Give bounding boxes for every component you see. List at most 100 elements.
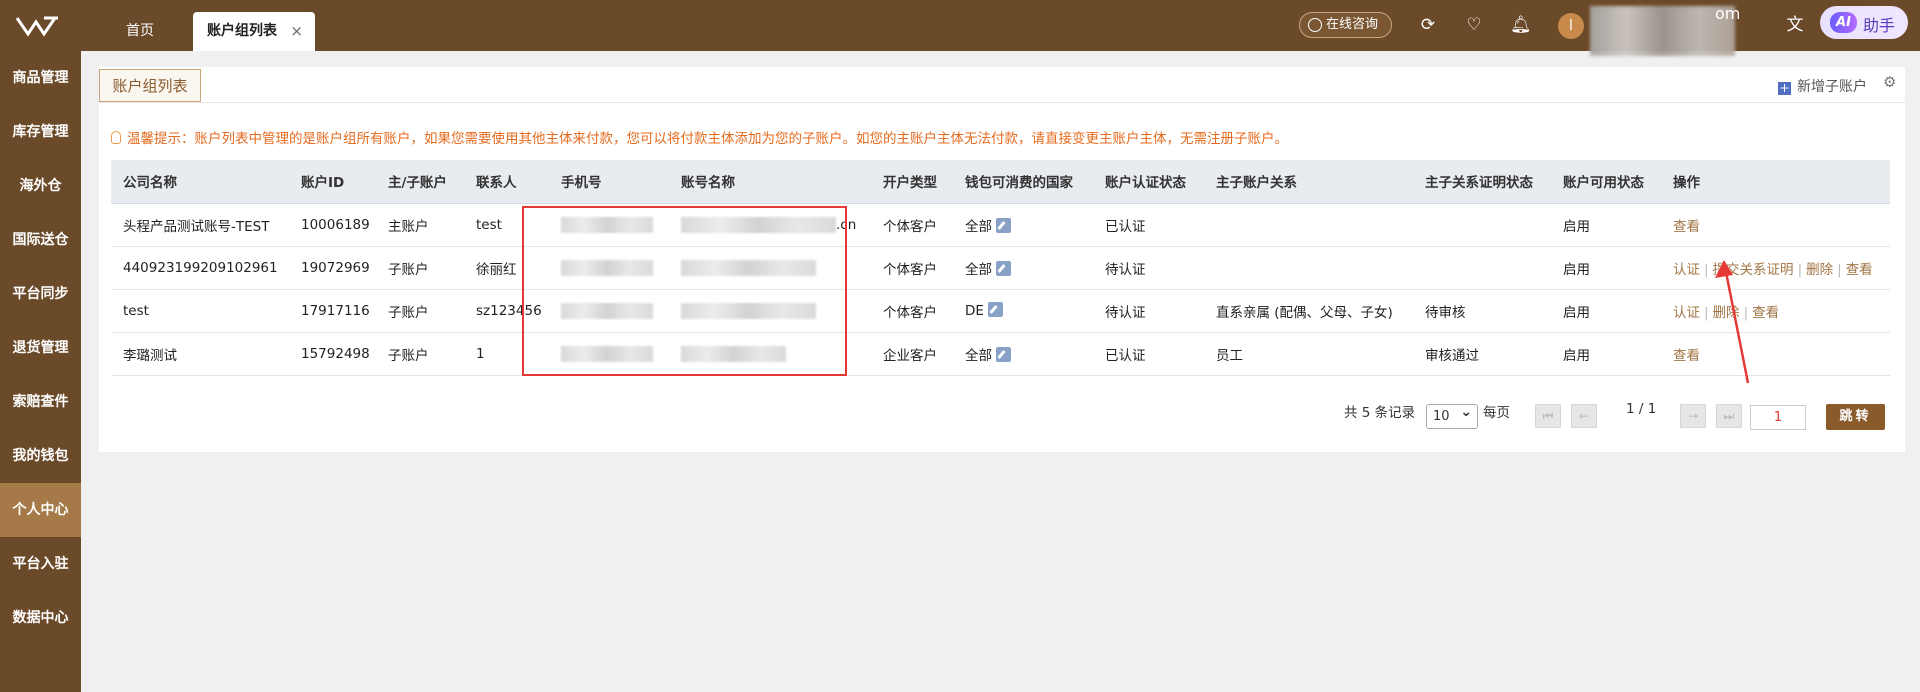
- lightbulb-icon: [111, 131, 121, 144]
- cell-actions: 认证 | 删除 | 查看: [1661, 289, 1890, 333]
- consult-label: 在线咨询: [1326, 17, 1379, 32]
- refresh-icon[interactable]: ⟳: [1418, 15, 1438, 35]
- cell-auth: 已认证: [1093, 332, 1204, 376]
- cell-country: 全部: [953, 332, 1093, 376]
- page-number-input[interactable]: 1: [1750, 405, 1806, 430]
- edit-icon[interactable]: [987, 302, 1003, 317]
- ai-label: 助手: [1863, 16, 1896, 35]
- country-value: 全部: [965, 347, 992, 364]
- col-contact: 联系人: [464, 160, 549, 204]
- separator: |: [1797, 261, 1803, 278]
- username-redacted: [1590, 6, 1735, 56]
- cell-id: 15792498: [289, 332, 376, 376]
- view-link[interactable]: 查看: [1673, 348, 1700, 364]
- col-company: 公司名称: [111, 160, 289, 204]
- sidebar-item-platform-entry[interactable]: 平台入驻: [0, 537, 81, 591]
- logo-icon[interactable]: [14, 12, 64, 40]
- table-row: 头程产品测试账号-TEST 10006189 主账户 test .cn 个体客户…: [111, 203, 1890, 247]
- edit-icon[interactable]: [996, 217, 1011, 233]
- sidebar-item-product[interactable]: 商品管理: [0, 51, 81, 105]
- cell-proof: 待审核: [1413, 289, 1551, 333]
- col-available-status: 账户可用状态: [1551, 160, 1661, 204]
- sidebar-item-inventory[interactable]: 库存管理: [0, 105, 81, 159]
- cell-type: 子账户: [376, 289, 464, 333]
- favorite-icon[interactable]: ♡: [1464, 15, 1484, 35]
- ai-assistant-button[interactable]: AI 助手: [1820, 6, 1908, 39]
- sidebar-item-international[interactable]: 国际送仓: [0, 213, 81, 267]
- plus-icon: +: [1778, 81, 1791, 95]
- verify-link[interactable]: 认证: [1673, 262, 1700, 278]
- last-page-icon[interactable]: ⏭: [1716, 404, 1742, 428]
- cell-status: 启用: [1551, 246, 1661, 290]
- page-info: 1 / 1: [1626, 401, 1657, 417]
- cell-open-type: 个体客户: [871, 289, 953, 333]
- verify-link[interactable]: 认证: [1673, 305, 1700, 321]
- cell-type: 主账户: [376, 203, 464, 247]
- translate-icon[interactable]: 文: [1785, 15, 1805, 35]
- cell-relation: 直系亲属 (配偶、父母、子女): [1204, 289, 1413, 333]
- country-value: 全部: [965, 261, 992, 278]
- cell-id: 17917116: [289, 289, 376, 333]
- cell-auth: 待认证: [1093, 246, 1204, 290]
- sidebar-item-wallet[interactable]: 我的钱包: [0, 429, 81, 483]
- cell-status: 启用: [1551, 332, 1661, 376]
- cell-relation: [1204, 203, 1413, 247]
- edit-icon[interactable]: [996, 346, 1011, 362]
- sidebar-item-data-center[interactable]: 数据中心: [0, 591, 81, 645]
- delete-link[interactable]: 删除: [1806, 262, 1833, 278]
- cell-company[interactable]: 李璐测试: [111, 332, 289, 376]
- cell-country: DE: [953, 289, 1093, 333]
- first-page-icon[interactable]: ⏮: [1535, 404, 1561, 428]
- cell-company[interactable]: 440923199209102961: [111, 246, 289, 290]
- tip-text: 温馨提示：账户列表中管理的是账户组所有账户，如果您需要使用其他主体来付款，您可以…: [111, 127, 1288, 147]
- prev-page-icon[interactable]: ←: [1571, 404, 1597, 428]
- cell-company: 头程产品测试账号-TEST: [111, 203, 289, 247]
- add-sub-account-button[interactable]: + 新增子账户: [1778, 76, 1867, 96]
- sidebar-item-returns[interactable]: 退货管理: [0, 321, 81, 375]
- col-relation: 主子账户关系: [1204, 160, 1413, 204]
- cell-proof: [1413, 246, 1551, 290]
- next-page-icon[interactable]: →: [1680, 404, 1706, 428]
- view-link[interactable]: 查看: [1846, 262, 1873, 278]
- bell-icon[interactable]: 🔔︎: [1510, 15, 1532, 35]
- account-table: 公司名称 账户ID 主/子账户 联系人 手机号 账号名称 开户类型 钱包可消费的…: [111, 160, 1890, 376]
- view-link[interactable]: 查看: [1673, 219, 1700, 235]
- online-consult-button[interactable]: 在线咨询: [1299, 12, 1392, 38]
- cell-type: 子账户: [376, 246, 464, 290]
- cell-actions: 查看: [1661, 332, 1890, 376]
- tab-home[interactable]: 首页: [100, 12, 180, 51]
- cell-id: 10006189: [289, 203, 376, 247]
- highlight-box: [522, 206, 847, 376]
- jump-button[interactable]: 跳转: [1826, 404, 1885, 430]
- cell-country: 全部: [953, 203, 1093, 247]
- sidebar-item-overseas-warehouse[interactable]: 海外仓: [0, 159, 81, 213]
- cell-auth: 待认证: [1093, 289, 1204, 333]
- red-arrow-annotation: [1715, 260, 1750, 384]
- cell-status: 启用: [1551, 203, 1661, 247]
- sidebar-item-personal-center[interactable]: 个人中心: [0, 483, 81, 537]
- cell-relation: [1204, 246, 1413, 290]
- col-auth-status: 账户认证状态: [1093, 160, 1204, 204]
- page-tab-title[interactable]: 账户组列表: [99, 69, 201, 103]
- country-value: 全部: [965, 218, 992, 235]
- cell-proof: 审核通过: [1413, 332, 1551, 376]
- col-phone: 手机号: [549, 160, 669, 204]
- close-icon[interactable]: ×: [290, 12, 303, 51]
- sidebar: 商品管理 库存管理 海外仓 国际送仓 平台同步 退货管理 索赔查件 我的钱包 个…: [0, 51, 81, 692]
- total-records: 共 5 条记录: [1344, 405, 1416, 421]
- edit-icon[interactable]: [996, 260, 1011, 276]
- cell-actions: 认证 | 提交关系证明 | 删除 | 查看: [1661, 246, 1890, 290]
- tab-account-group-list[interactable]: 账户组列表 ×: [193, 12, 315, 51]
- separator: |: [1837, 261, 1842, 278]
- cell-company[interactable]: test: [111, 289, 289, 333]
- sidebar-item-platform-sync[interactable]: 平台同步: [0, 267, 81, 321]
- tip-label: 温馨提示：账户列表中管理的是账户组所有账户，如果您需要使用其他主体来付款，您可以…: [127, 131, 1288, 147]
- table-header-row: 公司名称 账户ID 主/子账户 联系人 手机号 账号名称 开户类型 钱包可消费的…: [111, 160, 1890, 204]
- page-size-select[interactable]: 10: [1426, 401, 1478, 429]
- headset-icon: [1308, 18, 1322, 32]
- divider: [99, 102, 1905, 103]
- sidebar-item-claims[interactable]: 索赔查件: [0, 375, 81, 429]
- cell-auth: 已认证: [1093, 203, 1204, 247]
- avatar[interactable]: l: [1558, 13, 1584, 39]
- gear-icon[interactable]: ⚙: [1883, 73, 1896, 91]
